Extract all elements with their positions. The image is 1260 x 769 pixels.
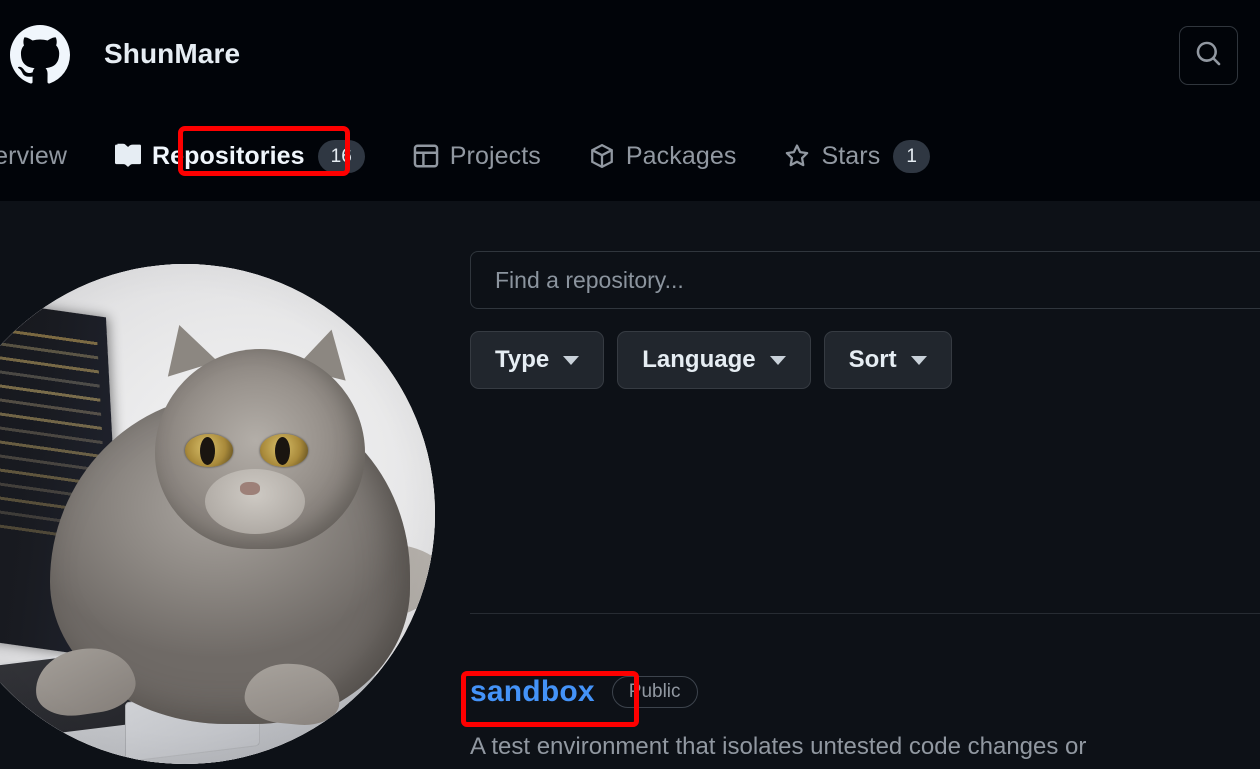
search-icon xyxy=(1195,40,1222,72)
tab-repositories-label: Repositories xyxy=(152,141,305,170)
tab-projects-label: Projects xyxy=(449,141,541,170)
repo-book-icon xyxy=(115,143,141,169)
filter-sort-label: Sort xyxy=(848,346,897,373)
status-badge: Public xyxy=(611,676,698,708)
tab-overview-label: Overview xyxy=(0,141,67,170)
tab-projects[interactable]: Projects xyxy=(389,134,565,178)
page-header: ShunMare xyxy=(0,0,1260,112)
profile-username: ShunMare xyxy=(104,38,241,69)
search-button[interactable] xyxy=(1179,26,1238,85)
avatar[interactable] xyxy=(0,264,435,764)
repository-description: A test environment that isolates unteste… xyxy=(470,733,1087,760)
filter-type-button[interactable]: Type xyxy=(470,331,605,389)
tab-repositories-count: 16 xyxy=(317,139,365,173)
find-repository-input[interactable] xyxy=(470,251,1260,309)
star-icon xyxy=(784,143,810,169)
filter-type-label: Type xyxy=(495,346,550,373)
package-cube-icon xyxy=(589,143,615,169)
tab-stars-count: 1 xyxy=(893,139,930,173)
filter-language-button[interactable]: Language xyxy=(617,331,811,389)
tab-repositories[interactable]: Repositories 16 xyxy=(91,134,389,178)
list-item: sandbox Public A test environment that i… xyxy=(470,675,1230,769)
list-divider xyxy=(470,613,1260,614)
chevron-down-icon xyxy=(769,355,786,365)
profile-body: Type Language Sort sandbox Public A test… xyxy=(0,201,1260,769)
tab-packages[interactable]: Packages xyxy=(565,134,761,178)
chevron-down-icon xyxy=(910,355,927,365)
repository-filters: Type Language Sort xyxy=(470,331,1260,389)
github-mark-icon[interactable] xyxy=(10,25,70,85)
filter-sort-button[interactable]: Sort xyxy=(823,331,952,389)
tab-stars-label: Stars xyxy=(821,141,881,170)
tab-stars[interactable]: Stars 1 xyxy=(760,134,953,178)
github-profile-repositories-page: ShunMare Overview Repositories xyxy=(0,0,1260,769)
filter-language-label: Language xyxy=(642,346,756,373)
tab-overview[interactable]: Overview xyxy=(0,134,91,178)
chevron-down-icon xyxy=(563,355,580,365)
avatar-image xyxy=(0,264,435,764)
tab-packages-label: Packages xyxy=(625,141,737,170)
profile-nav: Overview Repositories 16 xyxy=(0,112,1260,308)
repository-link-sandbox[interactable]: sandbox xyxy=(470,675,595,709)
projects-table-icon xyxy=(413,143,439,169)
repository-controls: Type Language Sort xyxy=(470,251,1260,389)
